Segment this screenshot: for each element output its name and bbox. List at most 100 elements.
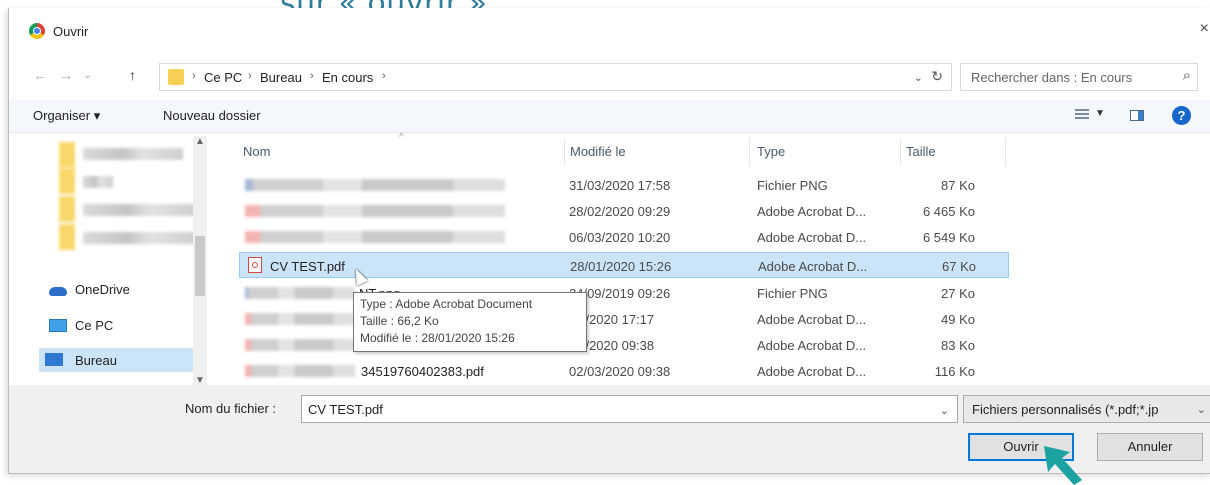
column-divider[interactable] [564, 138, 565, 166]
blurred-file-name [245, 365, 355, 377]
column-header-size[interactable]: Taille [906, 144, 936, 159]
breadcrumb-this-pc[interactable]: Ce PC [204, 70, 242, 85]
pdf-file-icon [248, 257, 262, 273]
command-bar: Organiser ▾ Nouveau dossier ▼ ? [9, 100, 1210, 133]
file-type: Fichier PNG [757, 286, 828, 301]
tooltip-type: Type : Adobe Acrobat Document [360, 297, 533, 311]
file-type: Adobe Acrobat D... [757, 338, 867, 353]
recent-locations-icon[interactable]: ⌄ [83, 68, 92, 81]
pointer-arrow-icon [1044, 446, 1082, 485]
file-size: 67 Ko [942, 259, 976, 274]
file-type-value: Fichiers personnalisés (*.pdf;*.jp [972, 402, 1159, 417]
chevron-down-icon[interactable]: ⌄ [914, 71, 923, 84]
blurred-file-name [245, 339, 355, 351]
blurred-nav-item[interactable] [83, 148, 183, 160]
filename-input[interactable]: CV TEST.pdf ⌄ [301, 395, 958, 423]
breadcrumb-separator: › [382, 70, 386, 82]
folder-icon [59, 168, 75, 194]
up-arrow-icon[interactable]: ↑ [129, 67, 136, 83]
blurred-file-name [245, 287, 355, 299]
blurred-nav-item[interactable] [83, 204, 195, 216]
blurred-file-name [245, 179, 505, 191]
file-type-select[interactable]: Fichiers personnalisés (*.pdf;*.jp ⌄ [963, 395, 1210, 423]
file-type: Adobe Acrobat D... [757, 364, 867, 379]
folder-icon [59, 142, 75, 168]
address-row: ← → ⌄ ↑ › Ce PC › Bureau › En cours › ⌄ … [9, 60, 1210, 94]
file-info-tooltip: Type : Adobe Acrobat Document Taille : 6… [353, 292, 587, 352]
organize-button[interactable]: Organiser ▾ [33, 108, 100, 124]
sort-ascending-icon: ^ [399, 132, 404, 143]
dialog-footer: Nom du fichier : CV TEST.pdf ⌄ Fichiers … [9, 385, 1210, 473]
file-modified: 28/01/2020 15:26 [570, 259, 672, 274]
folder-icon [59, 196, 75, 222]
breadcrumb-current-folder[interactable]: En cours [322, 70, 373, 85]
column-divider[interactable] [749, 138, 750, 166]
search-icon: ⌕ [1182, 67, 1191, 84]
title-bar: Ouvrir × [9, 8, 1210, 48]
refresh-icon[interactable]: ↻ [931, 68, 943, 85]
open-file-dialog: Ouvrir × ← → ⌄ ↑ › Ce PC › Bureau › En c… [8, 8, 1210, 474]
column-header-modified[interactable]: Modifié le [570, 144, 626, 159]
sidebar-item-onedrive[interactable]: OneDrive [39, 282, 189, 302]
file-type: Adobe Acrobat D... [757, 312, 867, 327]
file-size: 6 465 Ko [922, 204, 975, 219]
blurred-file-name [245, 231, 505, 243]
file-type: Adobe Acrobat D... [757, 204, 867, 219]
navigation-scrollbar[interactable]: ▲ ▼ [193, 136, 207, 386]
column-header-type[interactable]: Type [757, 144, 785, 159]
table-row[interactable]: 28/02/2020 09:29 Adobe Acrobat D... 6 46… [239, 198, 1009, 224]
back-arrow-icon[interactable]: ← [33, 67, 47, 83]
tooltip-size: Taille : 66,2 Ko [360, 314, 439, 328]
view-options-icon[interactable] [1075, 109, 1089, 121]
blurred-nav-item[interactable] [83, 232, 195, 244]
file-list: ^ Nom Modifié le Type Taille 31/03/2020 … [239, 132, 1009, 394]
chevron-down-icon[interactable]: ⌄ [940, 404, 949, 417]
file-modified: 28/02/2020 09:29 [569, 204, 671, 219]
table-row[interactable]: 31/03/2020 17:58 Fichier PNG 87 Ko [239, 172, 1009, 198]
filename-value: CV TEST.pdf [308, 402, 383, 417]
file-name: CV TEST.pdf [270, 259, 345, 274]
sidebar-item-label: Ce PC [75, 318, 114, 333]
help-icon[interactable]: ? [1172, 106, 1191, 125]
navigation-pane: OneDrive Ce PC [39, 134, 207, 384]
scrollbar-thumb[interactable] [195, 236, 205, 296]
file-size: 27 Ko [941, 286, 975, 301]
breadcrumb-separator: › [192, 70, 196, 82]
file-type: Adobe Acrobat D... [757, 230, 867, 245]
breadcrumb-separator: › [310, 70, 314, 82]
preview-pane-icon[interactable] [1130, 110, 1144, 121]
cancel-button[interactable]: Annuler [1097, 433, 1203, 461]
breadcrumb-desktop[interactable]: Bureau [260, 70, 302, 85]
file-size: 49 Ko [941, 312, 975, 327]
sidebar-item-label: OneDrive [75, 282, 130, 297]
file-size: 116 Ko [934, 364, 975, 379]
desktop-icon [45, 353, 63, 366]
file-size: 6 549 Ko [922, 230, 975, 245]
search-placeholder: Rechercher dans : En cours [971, 70, 1133, 85]
window-title: Ouvrir [53, 24, 89, 39]
column-header-name[interactable]: Nom [243, 144, 270, 159]
column-divider[interactable] [1005, 138, 1006, 166]
blurred-file-name [245, 313, 355, 325]
folder-icon [59, 224, 75, 250]
table-row[interactable]: 34519760402383.pdf 02/03/2020 09:38 Adob… [239, 358, 1009, 384]
sidebar-item-this-pc[interactable]: Ce PC [39, 318, 189, 338]
computer-icon [49, 319, 67, 332]
table-row[interactable]: 06/03/2020 10:20 Adobe Acrobat D... 6 54… [239, 224, 1009, 250]
folder-icon [168, 69, 184, 85]
blurred-nav-item[interactable] [83, 176, 113, 188]
filename-label: Nom du fichier : [185, 401, 277, 416]
sidebar-item-desktop[interactable]: Bureau [39, 348, 193, 372]
close-icon[interactable]: × [1200, 20, 1209, 38]
file-size: 87 Ko [941, 178, 975, 193]
file-modified: 31/03/2020 17:58 [569, 178, 671, 193]
new-folder-button[interactable]: Nouveau dossier [163, 108, 261, 123]
chevron-up-icon[interactable]: ▲ [195, 136, 205, 147]
chevron-down-icon: ⌄ [1196, 404, 1206, 416]
column-divider[interactable] [900, 138, 901, 166]
address-bar[interactable]: › Ce PC › Bureau › En cours › ⌄ ↻ [159, 63, 952, 91]
forward-arrow-icon[interactable]: → [59, 67, 73, 83]
search-input[interactable]: Rechercher dans : En cours ⌕ [960, 63, 1198, 91]
chevron-down-icon[interactable]: ▼ [1095, 108, 1105, 119]
file-modified: 02/03/2020 09:38 [569, 364, 671, 379]
